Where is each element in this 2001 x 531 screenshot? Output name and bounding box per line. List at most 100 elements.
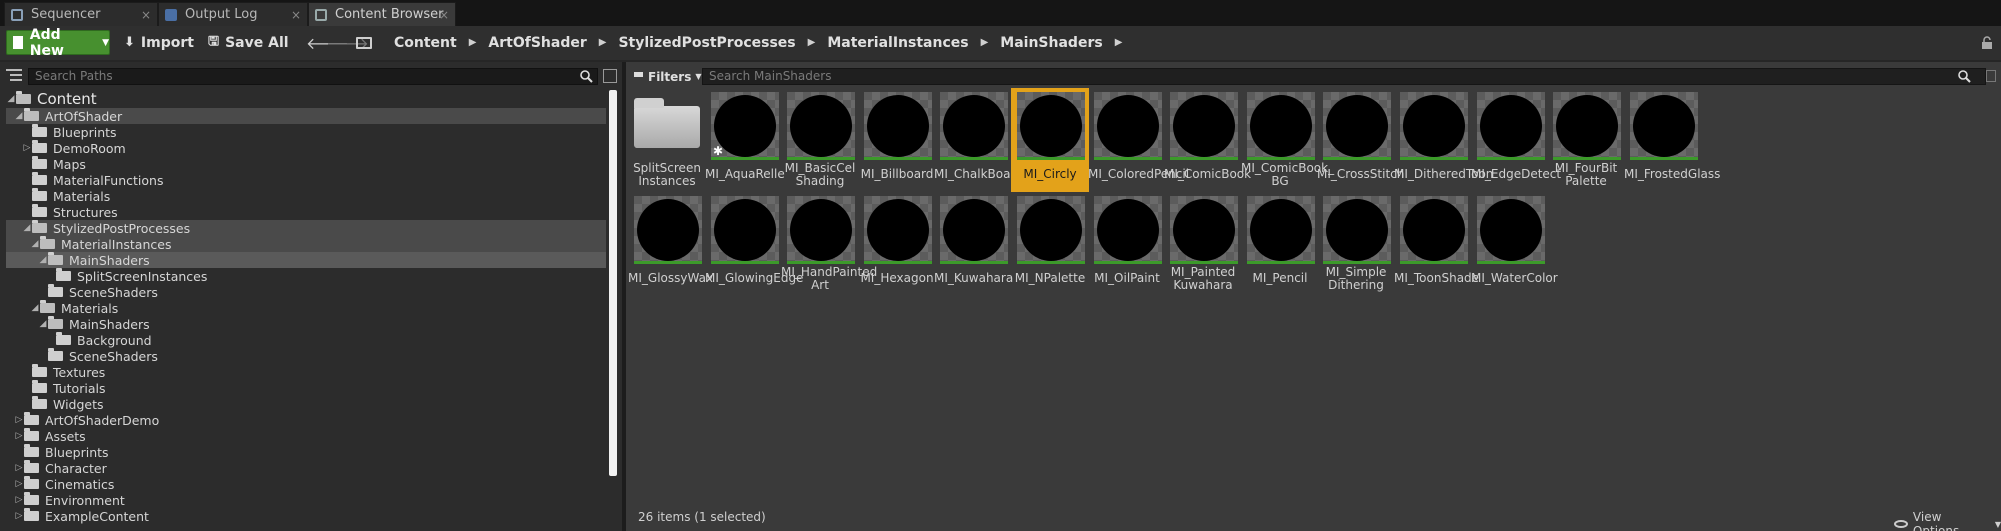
material-instance-tile[interactable]: MI_CrossStitch bbox=[1317, 88, 1404, 192]
tree-item[interactable]: Widgets bbox=[6, 396, 606, 412]
filters-button[interactable]: Filters ▼ bbox=[634, 68, 702, 85]
save-search-icon[interactable] bbox=[1986, 70, 1996, 82]
material-instance-tile[interactable]: MI_Kuwahara bbox=[934, 192, 1013, 296]
close-icon[interactable]: × bbox=[439, 8, 449, 22]
collapse-arrow-icon[interactable]: ◢ bbox=[22, 223, 32, 233]
tree-item[interactable]: MaterialFunctions bbox=[6, 172, 606, 188]
expand-arrow-icon[interactable]: ▷ bbox=[22, 143, 32, 153]
tree-item[interactable]: ◢ MainShaders bbox=[6, 252, 606, 268]
import-button[interactable]: ⬇ Import bbox=[124, 30, 194, 55]
tree-item[interactable]: SceneShaders bbox=[6, 284, 606, 300]
tree-item[interactable]: SceneShaders bbox=[6, 348, 606, 364]
collapse-arrow-icon[interactable]: ◢ bbox=[30, 303, 40, 313]
material-instance-tile[interactable]: MI_GlossyWax bbox=[628, 192, 713, 296]
collapse-arrow-icon[interactable]: ◢ bbox=[14, 111, 24, 121]
breadcrumb-separator-icon[interactable]: ▶ bbox=[1115, 37, 1123, 48]
material-instance-tile[interactable]: MI_ColoredPencil bbox=[1088, 88, 1189, 192]
tree-item[interactable]: ▷ ExampleContent bbox=[6, 508, 606, 524]
material-instance-tile[interactable]: MI_Simple Dithering bbox=[1317, 192, 1395, 296]
tree-item[interactable]: ▷ Assets bbox=[6, 428, 606, 444]
tree-item[interactable]: SplitScreenInstances bbox=[6, 268, 606, 284]
material-instance-tile[interactable]: MI_DitheredToon bbox=[1394, 88, 1493, 192]
collapse-arrow-icon[interactable]: ◢ bbox=[38, 255, 48, 265]
tree-item[interactable]: Tutorials bbox=[6, 380, 606, 396]
tree-item[interactable]: ◢ Content bbox=[6, 90, 606, 108]
expand-arrow-icon[interactable]: ▷ bbox=[14, 511, 24, 521]
view-options-button[interactable]: View Options ▼ bbox=[1894, 510, 2001, 531]
asset-folder-tile[interactable]: SplitScreen Instances bbox=[628, 88, 706, 192]
tree-item[interactable]: ▷ Cinematics bbox=[6, 476, 606, 492]
tree-item[interactable]: Structures bbox=[6, 204, 606, 220]
breadcrumb-separator-icon[interactable]: ▶ bbox=[469, 37, 477, 48]
tree-item[interactable]: ◢ ArtOfShader bbox=[6, 108, 606, 124]
expand-arrow-icon[interactable]: ▷ bbox=[14, 415, 24, 425]
breadcrumb: Content ▶ ArtOfShader ▶ StylizedPostProc… bbox=[356, 30, 1122, 55]
material-instance-tile[interactable]: MI_WaterColor bbox=[1471, 192, 1558, 296]
search-assets-input[interactable]: Search MainShaders bbox=[702, 68, 1986, 85]
tree-item[interactable]: Materials bbox=[6, 188, 606, 204]
breadcrumb-item[interactable]: MaterialInstances bbox=[827, 35, 968, 51]
material-instance-tile[interactable]: MI_HandPainted Art bbox=[781, 192, 877, 296]
tab-output-log[interactable]: Output Log × bbox=[158, 2, 308, 26]
list-view-icon[interactable] bbox=[603, 69, 617, 83]
expand-arrow-icon[interactable]: ▷ bbox=[14, 431, 24, 441]
breadcrumb-item[interactable]: MainShaders bbox=[1000, 35, 1102, 51]
material-instance-tile[interactable]: MI_Circly bbox=[1011, 88, 1089, 192]
breadcrumb-item[interactable]: Content bbox=[394, 35, 457, 51]
breadcrumb-separator-icon[interactable]: ▶ bbox=[808, 37, 816, 48]
save-all-button[interactable]: 🖫 Save All bbox=[208, 30, 289, 55]
expand-arrow-icon[interactable]: ▷ bbox=[14, 479, 24, 489]
breadcrumb-separator-icon[interactable]: ▶ bbox=[981, 37, 989, 48]
tree-item[interactable]: ▷ Character bbox=[6, 460, 606, 476]
search-paths-input[interactable]: Search Paths bbox=[28, 68, 598, 85]
search-icon[interactable] bbox=[580, 70, 593, 83]
material-instance-tile[interactable]: MI_ChalkBoard bbox=[934, 88, 1023, 192]
tab-sequencer[interactable]: Sequencer × bbox=[4, 2, 158, 26]
tree-scrollbar[interactable] bbox=[609, 90, 617, 476]
material-instance-tile[interactable]: MI_NPalette bbox=[1011, 192, 1089, 296]
tab-content-browser[interactable]: Content Browser × bbox=[308, 2, 456, 26]
tree-item[interactable]: ◢ StylizedPostProcesses bbox=[6, 220, 606, 236]
close-icon[interactable]: × bbox=[141, 8, 151, 22]
tree-item[interactable]: ◢ MaterialInstances bbox=[6, 236, 606, 252]
material-instance-tile[interactable]: MI_Billboard bbox=[858, 88, 936, 192]
tree-item[interactable]: ◢ MainShaders bbox=[6, 316, 606, 332]
tree-item[interactable]: Blueprints bbox=[6, 444, 606, 460]
material-instance-tile[interactable]: MI_ComicBook_ BG bbox=[1241, 88, 1334, 192]
sources-toggle-icon[interactable] bbox=[6, 68, 22, 82]
expand-arrow-icon[interactable]: ▷ bbox=[14, 495, 24, 505]
tree-item[interactable]: ▷ Environment bbox=[6, 492, 606, 508]
material-instance-tile[interactable]: ✱ MI_AquaRelle bbox=[705, 88, 785, 192]
material-instance-tile[interactable]: MI_Hexagon bbox=[858, 192, 936, 296]
breadcrumb-separator-icon[interactable]: ▶ bbox=[599, 37, 607, 48]
close-icon[interactable]: × bbox=[291, 8, 301, 22]
tree-item[interactable]: ▷ DemoRoom bbox=[6, 140, 606, 156]
collapse-arrow-icon[interactable]: ◢ bbox=[38, 319, 48, 329]
tree-item[interactable]: Blueprints bbox=[6, 124, 606, 140]
add-new-button[interactable]: Add New ▼ bbox=[6, 27, 110, 59]
material-instance-tile[interactable]: MI_EdgeDetect bbox=[1471, 88, 1561, 192]
search-icon[interactable] bbox=[1958, 70, 1971, 83]
collapse-arrow-icon[interactable]: ◢ bbox=[6, 94, 16, 104]
material-instance-tile[interactable]: MI_FourBit Palette bbox=[1547, 88, 1625, 192]
material-instance-tile[interactable]: MI_Pencil bbox=[1241, 192, 1319, 296]
folder-icon bbox=[32, 396, 47, 409]
material-instance-tile[interactable]: MI_GlowingEdge bbox=[705, 192, 803, 296]
expand-arrow-icon[interactable]: ▷ bbox=[14, 463, 24, 473]
material-instance-tile[interactable]: MI_BasicCel Shading bbox=[781, 88, 859, 192]
breadcrumb-item[interactable]: StylizedPostProcesses bbox=[618, 35, 795, 51]
tree-item[interactable]: ◢ Materials bbox=[6, 300, 606, 316]
material-instance-tile[interactable]: MI_ComicBook bbox=[1164, 88, 1251, 192]
tree-item[interactable]: Textures bbox=[6, 364, 606, 380]
material-instance-tile[interactable]: MI_Painted Kuwahara bbox=[1164, 192, 1242, 296]
tree-item[interactable]: ▷ ArtOfShaderDemo bbox=[6, 412, 606, 428]
folder-icon bbox=[48, 348, 63, 361]
breadcrumb-item[interactable]: ArtOfShader bbox=[488, 35, 586, 51]
lock-icon[interactable] bbox=[1981, 36, 1993, 50]
collapse-arrow-icon[interactable]: ◢ bbox=[30, 239, 40, 249]
tree-item[interactable]: Maps bbox=[6, 156, 606, 172]
tree-item[interactable]: Background bbox=[6, 332, 606, 348]
material-instance-tile[interactable]: MI_FrostedGlass bbox=[1624, 88, 1720, 192]
material-instance-tile[interactable]: MI_OilPaint bbox=[1088, 192, 1166, 296]
material-instance-tile[interactable]: MI_ToonShade bbox=[1394, 192, 1479, 296]
